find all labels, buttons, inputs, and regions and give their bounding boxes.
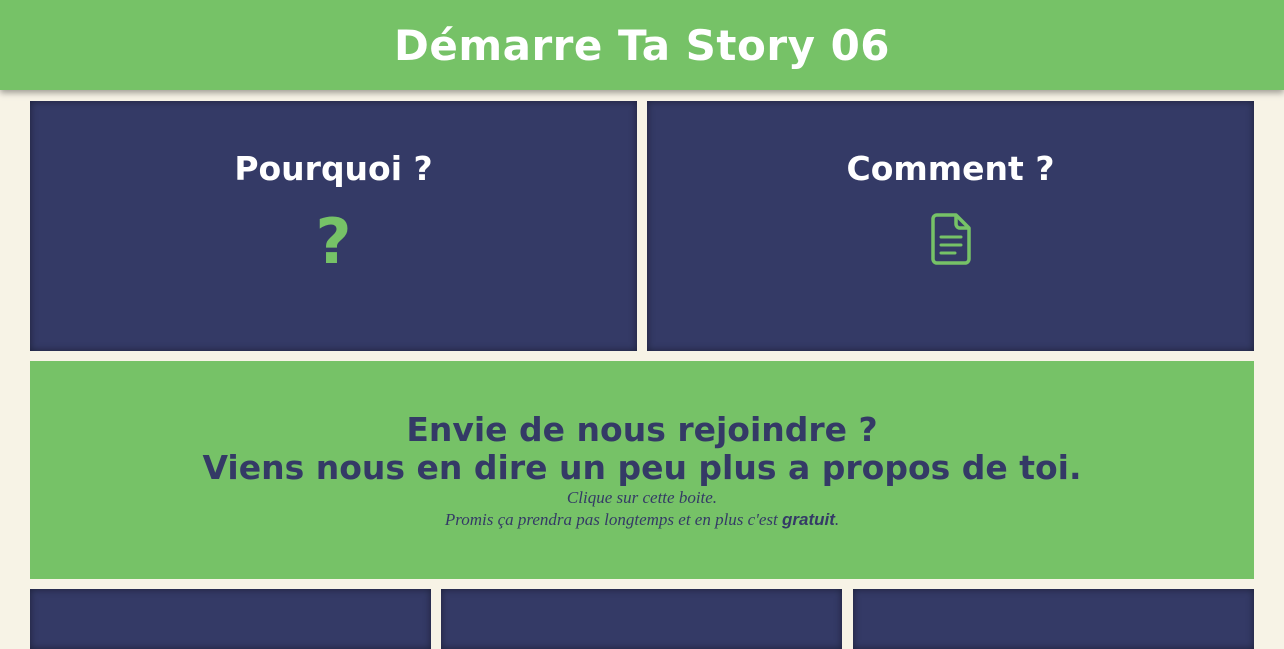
join-us-box[interactable]: Envie de nous rejoindre ? Viens nous en … <box>30 361 1254 579</box>
join-promise: Promis ça prendra pas longtemps et en pl… <box>30 509 1254 530</box>
tile-comment-title: Comment ? <box>846 149 1055 188</box>
join-instruction: Clique sur cette boite. <box>566 488 718 507</box>
document-icon <box>647 213 1254 265</box>
tile-bottom-1[interactable] <box>30 589 431 649</box>
join-free-label: gratuit <box>782 510 835 529</box>
site-title[interactable]: Démarre Ta Story 06 <box>394 21 890 70</box>
tile-pourquoi[interactable]: Pourquoi ? ? <box>30 101 637 351</box>
join-promise-text: Promis ça prendra pas longtemps et en pl… <box>444 510 782 529</box>
tile-comment[interactable]: Comment ? <box>647 101 1254 351</box>
tile-bottom-2[interactable] <box>441 589 842 649</box>
join-promise-end: . <box>834 510 840 529</box>
question-mark-icon: ? <box>315 205 352 278</box>
join-subheading: Viens nous en dire un peu plus a propos … <box>202 448 1082 487</box>
join-heading: Envie de nous rejoindre ? <box>406 410 878 449</box>
site-header: Démarre Ta Story 06 <box>0 0 1284 90</box>
tile-pourquoi-title: Pourquoi ? <box>234 149 433 188</box>
tile-bottom-3[interactable] <box>853 589 1254 649</box>
